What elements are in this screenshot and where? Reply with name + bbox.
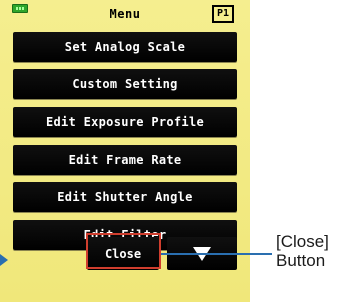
page-indicator: P1 [212,5,234,23]
callout-label: [Close] Button [276,232,329,270]
menu-item-edit-shutter-angle[interactable]: Edit Shutter Angle [13,182,237,212]
menu-item-custom-setting[interactable]: Custom Setting [13,69,237,99]
menu-item-edit-frame-rate[interactable]: Edit Frame Rate [13,145,237,175]
status-bar: Menu P1 [0,0,250,26]
menu-item-edit-exposure-profile[interactable]: Edit Exposure Profile [13,107,237,137]
figure: Menu P1 Set Analog Scale Custom Setting … [0,0,356,302]
menu-item-set-analog-scale[interactable]: Set Analog Scale [13,32,237,62]
callout-arrow-icon [0,254,8,266]
close-button[interactable]: Close [87,237,159,270]
device-screen: Menu P1 Set Analog Scale Custom Setting … [0,0,250,302]
callout-label-line2: Button [276,251,326,270]
callout-label-line1: [Close] [276,232,329,251]
callout-leader-line [161,253,272,255]
